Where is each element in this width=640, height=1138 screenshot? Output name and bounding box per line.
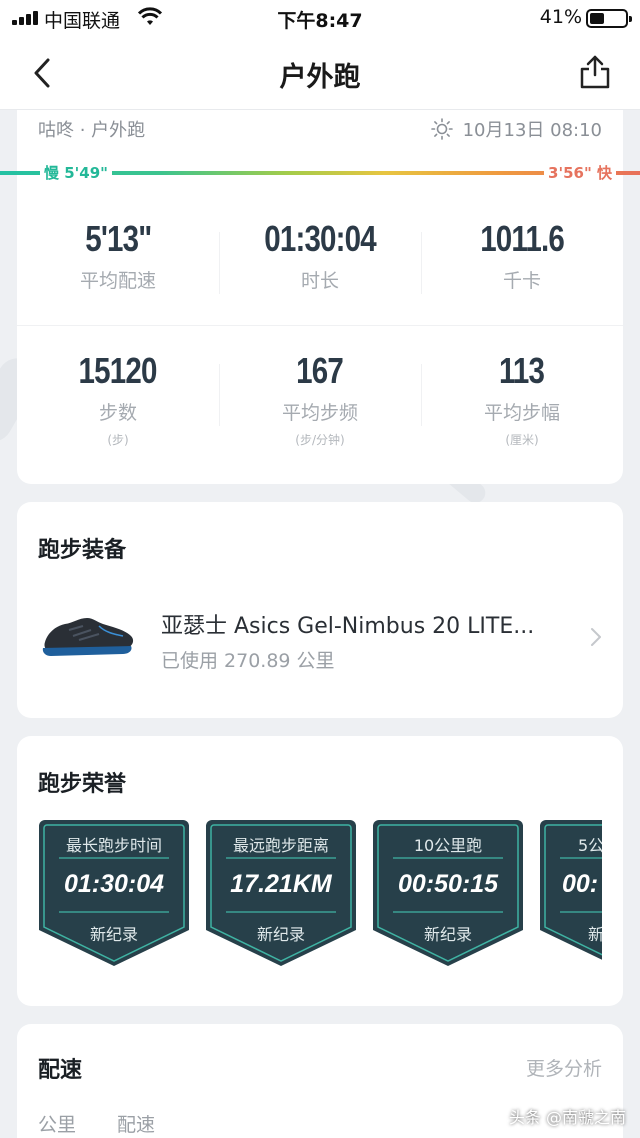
pace-gradient-bar: 慢 5'49" 3'56" 快 bbox=[0, 162, 640, 184]
badge-subtitle: 新 bbox=[588, 925, 602, 944]
more-analysis-link[interactable]: 更多分析 bbox=[526, 1054, 602, 1081]
stat-label: 千卡 bbox=[502, 270, 541, 292]
section-title: 跑步装备 bbox=[38, 538, 127, 563]
badge-value: 00:50:15 bbox=[397, 870, 499, 898]
run-source: 咕咚 · 户外跑 bbox=[38, 120, 146, 141]
share-icon[interactable] bbox=[578, 54, 612, 90]
stat-label: 步数 bbox=[98, 402, 137, 424]
badge-subtitle: 新纪录 bbox=[89, 925, 138, 944]
stat-avg-pace: 5'13" 平均配速 bbox=[17, 218, 219, 293]
chevron-right-icon bbox=[591, 628, 601, 646]
stat-label: 平均步频 bbox=[281, 402, 358, 424]
column-header-km: 公里 bbox=[38, 1114, 77, 1136]
stat-label: 平均步幅 bbox=[483, 402, 560, 424]
stat-label: 平均配速 bbox=[79, 270, 156, 292]
badge-subtitle: 新纪录 bbox=[423, 925, 472, 944]
badge-value: 00: bbox=[562, 870, 599, 898]
pace-slow-label: 慢 5'49" bbox=[40, 162, 112, 184]
stat-unit: (厘米) bbox=[505, 433, 539, 447]
stat-stride: 113 平均步幅 (厘米) bbox=[421, 350, 623, 448]
running-equipment-card[interactable]: 跑步装备 亚瑟士 Asics Gel-Nimbus 20 LITE... 已使用… bbox=[17, 502, 623, 718]
run-datetime: 10月13日 08:10 bbox=[462, 120, 602, 141]
divider bbox=[17, 325, 623, 326]
shoe-name: 亚瑟士 Asics Gel-Nimbus 20 LITE... bbox=[161, 614, 535, 639]
run-summary-card: 咕咚 · 户外跑 10月13日 08:10 慢 5'49" 3'56" 快 5'… bbox=[0, 110, 640, 484]
badge-title: 最远跑步距离 bbox=[232, 836, 329, 855]
badge-title: 最长跑步时间 bbox=[65, 836, 162, 855]
section-title: 跑步荣誉 bbox=[38, 772, 127, 797]
status-bar: 中国联通 下午8:47 41% bbox=[0, 0, 640, 36]
honor-badges-carousel[interactable]: 最长跑步时间 01:30:04 新纪录 最远跑步距离 17.21KM 新纪录 1… bbox=[37, 818, 602, 968]
stats-row-primary: 5'13" 平均配速 01:30:04 时长 1011.6 千卡 bbox=[17, 218, 623, 294]
running-honors-card: 跑步荣誉 最长跑步时间 01:30:04 新纪录 最远跑步距离 17.21KM … bbox=[17, 736, 623, 1006]
running-shoe-icon bbox=[42, 618, 134, 656]
badge-title: 5公 bbox=[578, 836, 602, 855]
column-header-pace: 配速 bbox=[117, 1114, 156, 1136]
shoe-usage: 已使用 270.89 公里 bbox=[161, 650, 335, 672]
stat-value: 113 bbox=[499, 350, 545, 391]
stat-value: 1011.6 bbox=[480, 218, 565, 259]
honor-badge[interactable]: 最远跑步距离 17.21KM 新纪录 bbox=[204, 818, 358, 968]
stat-value: 15120 bbox=[78, 350, 158, 391]
stat-cadence: 167 平均步频 (步/分钟) bbox=[219, 350, 421, 448]
page-title: 户外跑 bbox=[279, 62, 361, 93]
stats-row-secondary: 15120 步数 (步) 167 平均步频 (步/分钟) 113 平均步幅 (厘… bbox=[17, 350, 623, 448]
stat-steps: 15120 步数 (步) bbox=[17, 350, 219, 448]
pace-fast-label: 3'56" 快 bbox=[544, 162, 616, 184]
run-datetime-group: 10月13日 08:10 bbox=[430, 116, 602, 142]
honor-badge[interactable]: 5公 00: 新 bbox=[538, 818, 602, 968]
stat-label: 时长 bbox=[300, 270, 339, 292]
watermark: 头条 @南虢之南 bbox=[508, 1108, 626, 1127]
badge-value: 17.21KM bbox=[230, 870, 332, 898]
badge-subtitle: 新纪录 bbox=[256, 925, 305, 944]
honor-badge[interactable]: 最长跑步时间 01:30:04 新纪录 bbox=[37, 818, 191, 968]
battery-icon bbox=[586, 9, 632, 28]
badge-value: 01:30:04 bbox=[63, 870, 165, 898]
stat-value: 01:30:04 bbox=[264, 218, 376, 259]
honor-badge[interactable]: 10公里跑 00:50:15 新纪录 bbox=[371, 818, 525, 968]
stat-value: 167 bbox=[296, 350, 345, 391]
stat-value: 5'13" bbox=[84, 218, 152, 259]
sun-weather-icon bbox=[430, 118, 453, 140]
navigation-bar: 户外跑 bbox=[0, 36, 640, 110]
stat-unit: (步/分钟) bbox=[295, 433, 345, 447]
badge-title: 10公里跑 bbox=[413, 836, 483, 855]
stat-calories: 1011.6 千卡 bbox=[421, 218, 623, 294]
stat-unit: (步) bbox=[107, 433, 129, 447]
section-title: 配速 bbox=[38, 1058, 83, 1083]
battery-percent: 41% bbox=[539, 6, 582, 28]
stat-duration: 01:30:04 时长 bbox=[219, 218, 421, 294]
